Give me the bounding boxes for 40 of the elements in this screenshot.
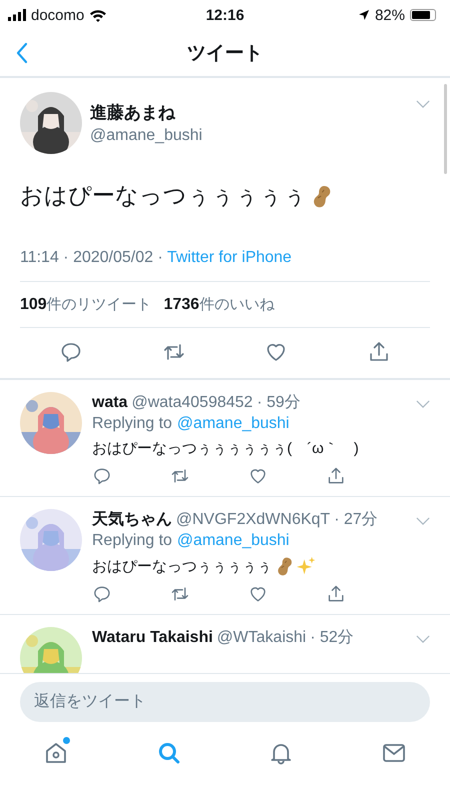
reply-author-name[interactable]: 天気ちゃん (92, 509, 172, 530)
reply-author-name[interactable]: Wataru Takaishi (92, 629, 213, 647)
author-name[interactable]: 進藤あまね (90, 101, 175, 124)
reply-icon[interactable] (92, 466, 112, 486)
like-count[interactable]: 1736 (164, 296, 200, 314)
reply-icon[interactable] (92, 584, 112, 604)
source-link[interactable]: Twitter for iPhone (167, 249, 292, 266)
replying-label: Replying to (92, 415, 172, 433)
status-time: 12:16 (206, 6, 244, 24)
tweet-text: おはぴーなっつぅぅぅぅぅ (20, 181, 307, 210)
like-label[interactable]: 件のいいね (199, 295, 274, 314)
reply-author-handle[interactable]: @NVGF2XdWN6KqT (176, 511, 330, 529)
reply-author-name[interactable]: wata (92, 394, 128, 412)
location-icon (358, 9, 370, 21)
reply-input-field[interactable]: 返信をツイート (20, 682, 430, 722)
reply-author-handle[interactable]: @WTakaishi (216, 629, 306, 647)
battery-percent: 82% (374, 6, 405, 24)
share-icon[interactable] (326, 584, 346, 604)
back-icon[interactable] (16, 42, 28, 64)
reply-icon[interactable] (59, 340, 84, 364)
signal-icon (8, 9, 26, 21)
carrier-name: docomo (31, 6, 84, 24)
reply-author-handle[interactable]: @wata40598452 (132, 394, 253, 412)
wifi-icon (89, 8, 108, 22)
author-handle[interactable]: @amane_bushi (90, 127, 202, 145)
tweet-timestamp: 11:14 · 2020/05/02 · (20, 249, 164, 266)
reply-time: · 52分 (310, 628, 354, 648)
mention-link[interactable]: @amane_bushi (177, 532, 290, 550)
reply-text: おはぴーなっつぅぅぅぅぅ (92, 556, 272, 576)
reply-text: おはぴーなっつぅぅぅぅぅぅ( ´ω｀ ) (92, 439, 359, 458)
mention-link[interactable]: @amane_bushi (177, 415, 290, 433)
reply-time: · 59分 (256, 393, 300, 413)
retweet-count[interactable]: 109 (20, 296, 47, 314)
retweet-label[interactable]: 件のリツイート (46, 295, 152, 314)
sparkles-icon (296, 556, 316, 576)
reply-time: · 27分 (334, 510, 378, 530)
replying-label: Replying to (92, 532, 172, 550)
screen-title: ツイート (187, 42, 263, 66)
share-icon[interactable] (326, 466, 346, 486)
battery-icon (410, 9, 436, 21)
